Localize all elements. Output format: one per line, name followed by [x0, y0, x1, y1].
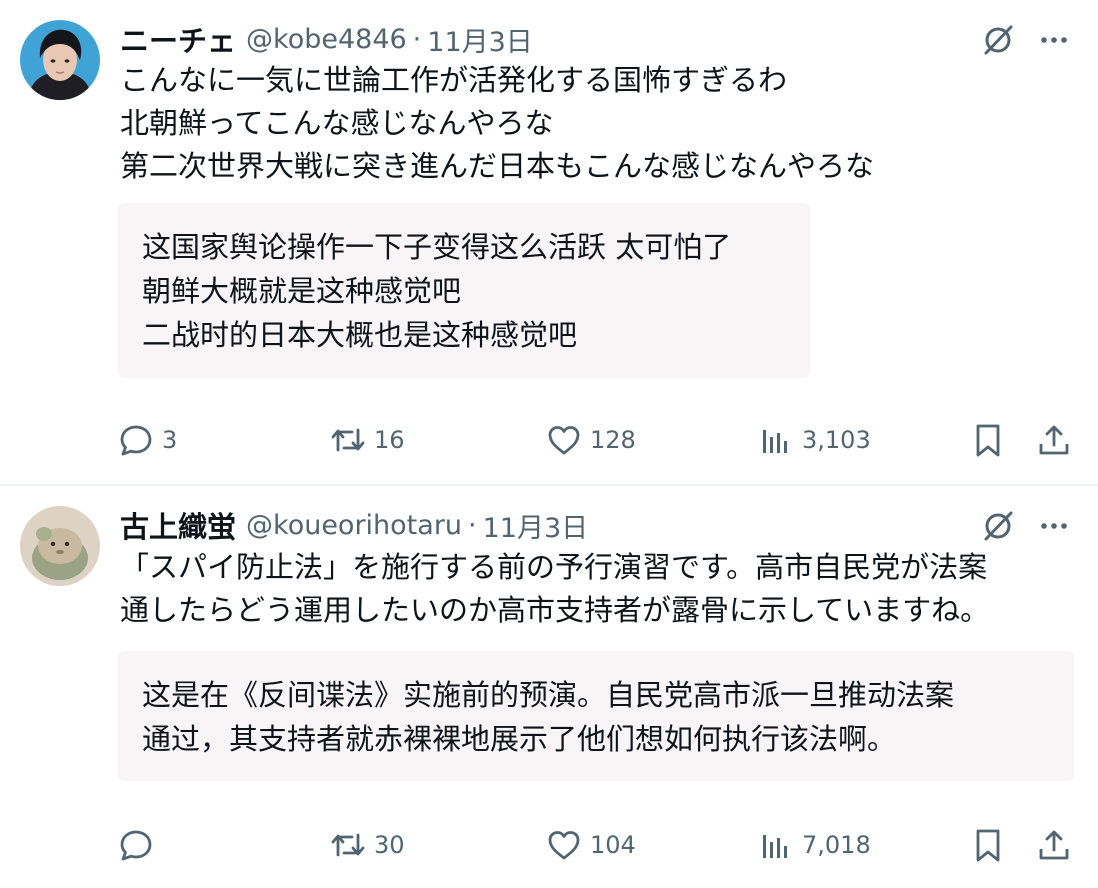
tweet-header: ニーチェ @kobe4846 · 11月3日 [120, 20, 533, 59]
share-icon [1039, 830, 1069, 860]
like-button[interactable]: 128 [546, 418, 636, 462]
translation-line: 通过，其支持者就赤裸裸地展示了他们想如何执行该法啊。 [142, 722, 897, 756]
retweet-icon [331, 428, 365, 452]
tweet-text: 「スパイ防止法」を施行する前の予行演習です。高市自民党が法案 通したらどう運用し… [120, 546, 989, 632]
reply-count: 3 [162, 426, 178, 454]
tweet[interactable]: 古上織蛍 @koueorihotaru · 11月3日 「スパイ防止法」を施行す… [0, 486, 1098, 888]
views-count: 7,018 [802, 831, 871, 859]
reply-icon [120, 830, 152, 861]
timestamp[interactable]: 11月3日 [483, 506, 589, 545]
tweet-text-line: 通したらどう運用したいのか高市支持者が露骨に示していますね。 [120, 593, 990, 627]
views-button[interactable]: 3,103 [758, 418, 871, 462]
display-name[interactable]: ニーチェ [120, 18, 236, 60]
tweet-text-line: 「スパイ防止法」を施行する前の予行演習です。高市自民党が法案 [120, 550, 988, 584]
retweet-icon [331, 833, 365, 857]
tweet-header: 古上織蛍 @koueorihotaru · 11月3日 [120, 506, 589, 545]
like-count: 104 [590, 831, 636, 859]
translation-line: 这是在《反间谍法》实施前的预演。自民党高市派一旦推动法案 [142, 678, 955, 712]
like-icon [548, 831, 580, 860]
translation-line: 二战时的日本大概也是这种感觉吧 [142, 318, 578, 352]
action-bar: 3 16 128 3,103 [118, 418, 1078, 462]
avatar[interactable] [20, 506, 100, 586]
action-bar: 30 104 7,018 [118, 823, 1078, 867]
share-button[interactable] [1036, 418, 1072, 462]
like-count: 128 [590, 426, 636, 454]
translation-line: 朝鲜大概就是这种感觉吧 [142, 274, 462, 308]
display-name[interactable]: 古上織蛍 [120, 504, 236, 546]
share-icon [1039, 425, 1069, 455]
avatar[interactable] [20, 20, 100, 100]
reply-button[interactable]: 3 [118, 418, 177, 462]
translation-box: 这是在《反间谍法》实施前的预演。自民党高市派一旦推动法案 通过，其支持者就赤裸裸… [118, 651, 1074, 781]
views-button[interactable]: 7,018 [758, 823, 871, 867]
bookmark-icon [976, 829, 1000, 862]
reply-button[interactable] [118, 823, 162, 867]
more-icon[interactable] [1036, 22, 1072, 58]
separator: · [412, 23, 422, 55]
tweet-text-line: こんなに一気に世論工作が活発化する国怖すぎるわ [120, 63, 788, 97]
more-icon[interactable] [1036, 508, 1072, 544]
views-count: 3,103 [802, 426, 871, 454]
retweet-button[interactable]: 30 [330, 823, 405, 867]
bookmark-icon [976, 424, 1000, 457]
share-button[interactable] [1036, 823, 1072, 867]
translation-box: 这国家舆论操作一下子变得这么活跃 太可怕了 朝鲜大概就是这种感觉吧 二战时的日本… [118, 203, 810, 378]
retweet-count: 16 [374, 426, 405, 454]
bookmark-button[interactable] [970, 418, 1006, 462]
timestamp[interactable]: 11月3日 [427, 20, 533, 59]
reply-icon [120, 425, 152, 456]
separator: · [468, 509, 477, 541]
handle[interactable]: @koueorihotaru [246, 510, 462, 541]
tweet[interactable]: ニーチェ @kobe4846 · 11月3日 こんなに一気に世論工作が活発化する… [0, 0, 1098, 484]
grok-icon[interactable] [980, 22, 1016, 58]
views-icon [763, 430, 787, 453]
retweet-button[interactable]: 16 [330, 418, 405, 462]
tweet-text-line: 第二次世界大戦に突き進んだ日本もこんな感じなんやろな [120, 149, 875, 183]
views-icon [763, 835, 787, 858]
bookmark-button[interactable] [970, 823, 1006, 867]
translation-line: 这国家舆论操作一下子变得这么活跃 太可怕了 [142, 230, 732, 264]
tweet-text-line: 北朝鮮ってこんな感じなんやろな [120, 106, 554, 140]
like-icon [548, 426, 580, 455]
grok-icon[interactable] [980, 508, 1016, 544]
tweet-text: こんなに一気に世論工作が活発化する国怖すぎるわ 北朝鮮ってこんな感じなんやろな … [120, 59, 874, 188]
handle[interactable]: @kobe4846 [246, 24, 407, 55]
like-button[interactable]: 104 [546, 823, 636, 867]
retweet-count: 30 [374, 831, 405, 859]
